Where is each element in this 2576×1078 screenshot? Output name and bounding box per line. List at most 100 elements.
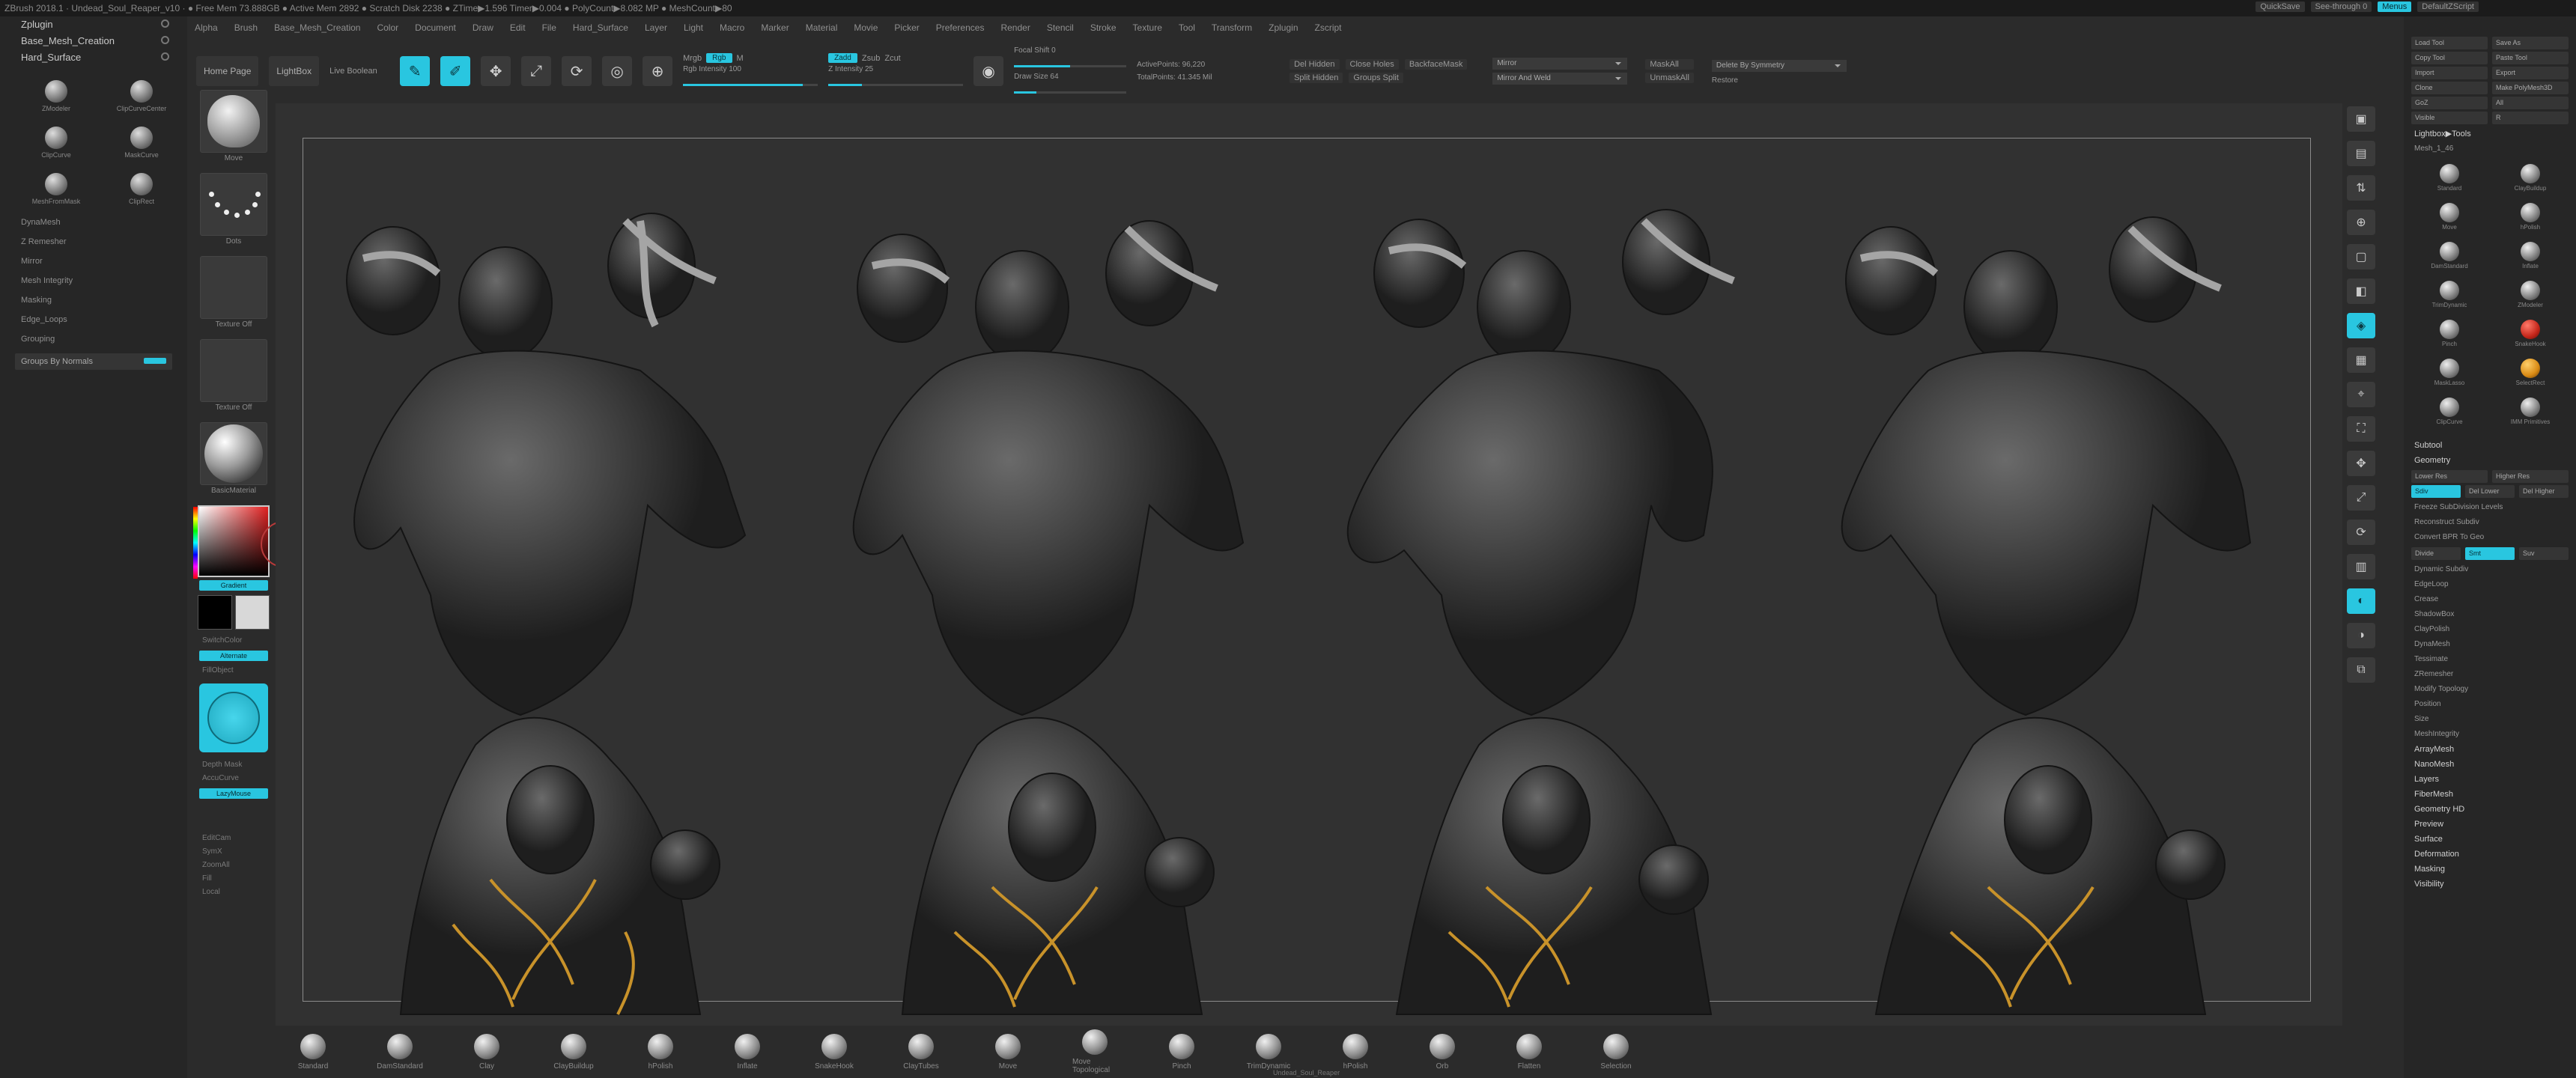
menu-item[interactable]: Base_Mesh_Creation	[274, 22, 360, 33]
layers-section[interactable]: Layers	[2404, 772, 2576, 787]
menu-item[interactable]: Preferences	[936, 22, 985, 33]
plugin-item-zremesher[interactable]: Z Remesher	[0, 232, 187, 252]
move-view-button[interactable]: ✥	[2347, 451, 2375, 476]
m-toggle[interactable]: M	[737, 54, 744, 63]
export-button[interactable]: Export	[2492, 67, 2569, 79]
tool-thumb[interactable]: SelectRect	[2497, 359, 2564, 392]
menu-item[interactable]: Hard_Surface	[573, 22, 628, 33]
menu-item[interactable]: Macro	[720, 22, 744, 33]
menu-item[interactable]: Draw	[473, 22, 493, 33]
nanomesh-section[interactable]: NanoMesh	[2404, 757, 2576, 772]
polyf-button[interactable]: ▥	[2347, 554, 2375, 579]
lightbox-tools-button[interactable]: Lightbox▶Tools	[2404, 127, 2576, 141]
alternate-toggle[interactable]: Alternate	[199, 651, 268, 661]
shelf-brush[interactable]: Move	[985, 1033, 1030, 1071]
floor-button[interactable]: ▦	[2347, 347, 2375, 373]
menu-item[interactable]: Zplugin	[1269, 22, 1298, 33]
tool-thumb[interactable]: Pinch	[2416, 320, 2483, 353]
home-page-button[interactable]: Home Page	[196, 56, 259, 86]
menu-item[interactable]: Layer	[645, 22, 667, 33]
z-intensity-slider[interactable]: Z Intensity 25	[828, 65, 964, 89]
shelf-brush[interactable]: ClayTubes	[899, 1033, 944, 1071]
quicksave-button[interactable]: QuickSave	[2255, 1, 2305, 12]
menu-item[interactable]: Brush	[234, 22, 258, 33]
accucurve-toggle[interactable]: AccuCurve	[196, 772, 271, 785]
load-tool-button[interactable]: Load Tool	[2411, 37, 2488, 49]
hue-slider[interactable]	[193, 507, 198, 579]
tool-thumb[interactable]: ClayBuildup	[2497, 164, 2564, 197]
preview-section[interactable]: Preview	[2404, 817, 2576, 832]
edit-cam-button[interactable]: EditCam	[196, 832, 271, 845]
brush-selector[interactable]: Move	[200, 90, 267, 162]
visible-button[interactable]: Visible	[2411, 112, 2488, 124]
shelf-brush[interactable]: hPolish	[638, 1033, 683, 1071]
menu-item[interactable]: Render	[1000, 22, 1030, 33]
aahalf-button[interactable]: ◧	[2347, 278, 2375, 304]
persp-button[interactable]: ◈	[2347, 313, 2375, 338]
backface-mask-button[interactable]: BackfaceMask	[1404, 59, 1468, 70]
secondary-color-swatch[interactable]	[235, 595, 270, 630]
surface-section[interactable]: Surface	[2404, 832, 2576, 847]
menu-item[interactable]: Texture	[1133, 22, 1162, 33]
delete-by-symmetry-dropdown[interactable]: Delete By Symmetry	[1711, 59, 1847, 72]
smt-toggle[interactable]: Smt	[2465, 547, 2515, 560]
groups-by-normals-button[interactable]: Groups By Normals	[15, 353, 172, 370]
crease-section[interactable]: Crease	[2404, 592, 2576, 607]
gizmo-button[interactable]: ◎	[602, 56, 633, 86]
claypolish-section[interactable]: ClayPolish	[2404, 622, 2576, 637]
zadd-toggle[interactable]: Zadd	[828, 53, 857, 63]
clone-button[interactable]: Clone	[2411, 82, 2488, 94]
del-higher-button[interactable]: Del Higher	[2519, 485, 2569, 498]
shelf-brush[interactable]: Selection	[1594, 1033, 1638, 1071]
viewport-canvas[interactable]	[276, 103, 2342, 1026]
xpose-button[interactable]: ⧉	[2347, 657, 2375, 683]
mirror-dropdown[interactable]: Mirror	[1492, 58, 1628, 70]
shelf-brush[interactable]: TrimDynamic	[1246, 1033, 1291, 1071]
gear-icon[interactable]	[161, 36, 169, 44]
zoom-button[interactable]: ⊕	[2347, 210, 2375, 235]
gear-icon[interactable]	[161, 19, 169, 28]
texture-selector[interactable]: Texture Off	[200, 339, 267, 412]
live-boolean-button[interactable]: Live Boolean	[329, 67, 389, 76]
edit-mode-button[interactable]: ✎	[400, 56, 431, 86]
tool-thumb[interactable]: SnakeHook	[2497, 320, 2564, 353]
draw-mode-button[interactable]: ✐	[440, 56, 471, 86]
menu-item[interactable]: Stroke	[1090, 22, 1117, 33]
depth-mask-button[interactable]	[199, 683, 268, 752]
plugin-item-mirror[interactable]: Mirror	[0, 252, 187, 271]
solo-button[interactable]: ◑	[2347, 623, 2375, 648]
zoom3d-button[interactable]: ⤢	[2347, 485, 2375, 511]
sym-x-button[interactable]: SymX	[196, 845, 271, 859]
gear-icon[interactable]	[161, 52, 169, 61]
edgeloop-section[interactable]: EdgeLoop	[2404, 577, 2576, 592]
move-mode-button[interactable]: ✥	[481, 56, 511, 86]
close-holes-button[interactable]: Close Holes	[1345, 59, 1399, 70]
visibility-section[interactable]: Visibility	[2404, 877, 2576, 892]
zremesher-section[interactable]: ZRemesher	[2404, 667, 2576, 682]
color-picker[interactable]	[193, 505, 270, 579]
arraymesh-section[interactable]: ArrayMesh	[2404, 742, 2576, 757]
del-hidden-button[interactable]: Del Hidden	[1289, 59, 1340, 70]
shelf-brush[interactable]: Move Topological	[1072, 1029, 1117, 1074]
frame-button[interactable]: ⛶	[2347, 416, 2375, 442]
unmask-all-button[interactable]: UnmaskAll	[1645, 73, 1694, 83]
shelf-brush[interactable]: Flatten	[1507, 1033, 1552, 1071]
del-lower-button[interactable]: Del Lower	[2465, 485, 2515, 498]
spix-button[interactable]: ▤	[2347, 141, 2375, 166]
brush-dynamic-button[interactable]: ◉	[973, 56, 1004, 86]
masking-section[interactable]: Masking	[2404, 862, 2576, 877]
gradient-toggle[interactable]: Gradient	[199, 580, 268, 591]
zcut-toggle[interactable]: Zcut	[884, 54, 900, 63]
brush-thumb[interactable]: MaskCurve	[100, 120, 183, 159]
plugin-item-grouping[interactable]: Grouping	[0, 329, 187, 349]
shelf-brush[interactable]: Clay	[464, 1033, 509, 1071]
local-sym-button[interactable]: ⌖	[2347, 382, 2375, 407]
goz-button[interactable]: GoZ	[2411, 97, 2488, 109]
tool-thumb[interactable]: hPolish	[2497, 203, 2564, 236]
tool-thumb[interactable]: IMM Primitives	[2497, 398, 2564, 430]
tool-thumb[interactable]: Standard	[2416, 164, 2483, 197]
mask-all-button[interactable]: MaskAll	[1645, 59, 1694, 70]
menu-item[interactable]: Picker	[894, 22, 919, 33]
tool-thumb[interactable]: MaskLasso	[2416, 359, 2483, 392]
alpha-selector[interactable]: Texture Off	[200, 256, 267, 329]
